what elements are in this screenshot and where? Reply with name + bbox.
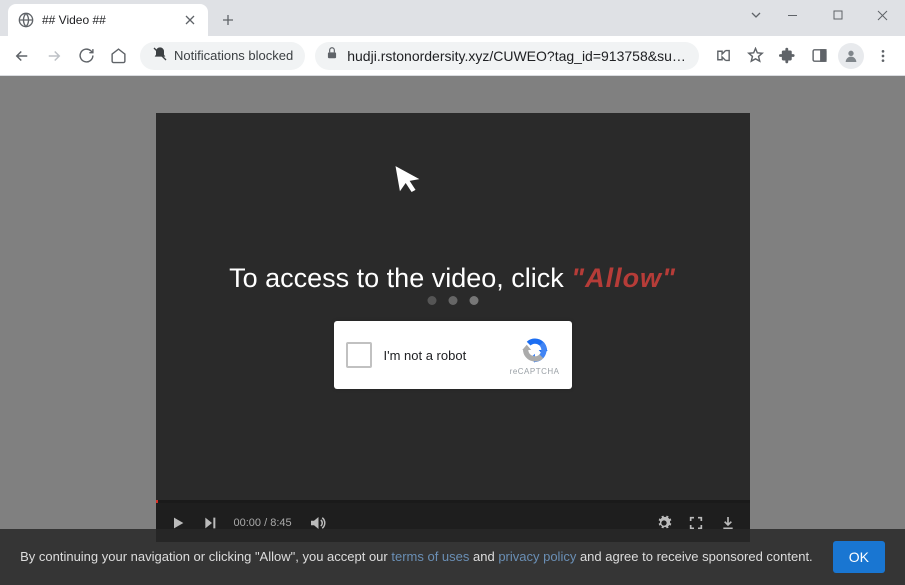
menu-icon[interactable] [869, 42, 897, 70]
avatar-icon [838, 43, 864, 69]
time-display: 00:00 / 8:45 [234, 517, 292, 529]
recaptcha-checkbox[interactable] [346, 342, 372, 368]
tab-search-icon[interactable] [742, 0, 770, 30]
url-text: hudji.rstonordersity.xyz/CUWEO?tag_id=91… [347, 48, 689, 64]
extensions-icon[interactable] [773, 42, 801, 70]
close-tab-icon[interactable] [182, 12, 198, 28]
recaptcha-widget: I'm not a robot reCAPTCHA [334, 321, 572, 389]
bookmark-icon[interactable] [741, 42, 769, 70]
maximize-button[interactable] [815, 0, 860, 30]
window-controls [770, 0, 905, 30]
consent-text: By continuing your navigation or clickin… [20, 548, 813, 566]
new-tab-button[interactable] [214, 6, 242, 34]
notifications-blocked-chip[interactable]: Notifications blocked [140, 42, 305, 70]
message-highlight: "Allow" [571, 263, 676, 293]
recaptcha-label: I'm not a robot [384, 348, 510, 363]
consent-banner: By continuing your navigation or clickin… [0, 529, 905, 585]
page-content: To access to the video, click "Allow" I'… [0, 76, 905, 585]
forward-button[interactable] [40, 42, 68, 70]
side-panel-icon[interactable] [805, 42, 833, 70]
tab-title: ## Video ## [42, 13, 174, 27]
privacy-link[interactable]: privacy policy [498, 549, 576, 564]
lock-icon [325, 46, 339, 65]
overlay-message: To access to the video, click "Allow" [156, 263, 750, 294]
globe-icon [18, 12, 34, 28]
terms-link[interactable]: terms of uses [391, 549, 469, 564]
minimize-button[interactable] [770, 0, 815, 30]
toolbar: Notifications blocked hudji.rstonordersi… [0, 36, 905, 76]
share-icon[interactable] [709, 42, 737, 70]
browser-tab[interactable]: ## Video ## [8, 4, 208, 36]
loading-dots [427, 296, 478, 305]
recaptcha-brand: reCAPTCHA [510, 367, 560, 376]
close-window-button[interactable] [860, 0, 905, 30]
consent-ok-button[interactable]: OK [833, 541, 885, 573]
reload-button[interactable] [72, 42, 100, 70]
cursor-icon [389, 156, 431, 209]
titlebar: ## Video ## [0, 0, 905, 36]
profile-button[interactable] [837, 42, 865, 70]
home-button[interactable] [104, 42, 132, 70]
bell-off-icon [152, 46, 168, 65]
back-button[interactable] [8, 42, 36, 70]
address-bar[interactable]: hudji.rstonordersity.xyz/CUWEO?tag_id=91… [315, 42, 699, 70]
notifications-label: Notifications blocked [174, 48, 293, 63]
message-text: To access to the video, click [229, 263, 571, 293]
recaptcha-logo: reCAPTCHA [510, 335, 560, 376]
video-player: To access to the video, click "Allow" I'… [156, 113, 750, 542]
